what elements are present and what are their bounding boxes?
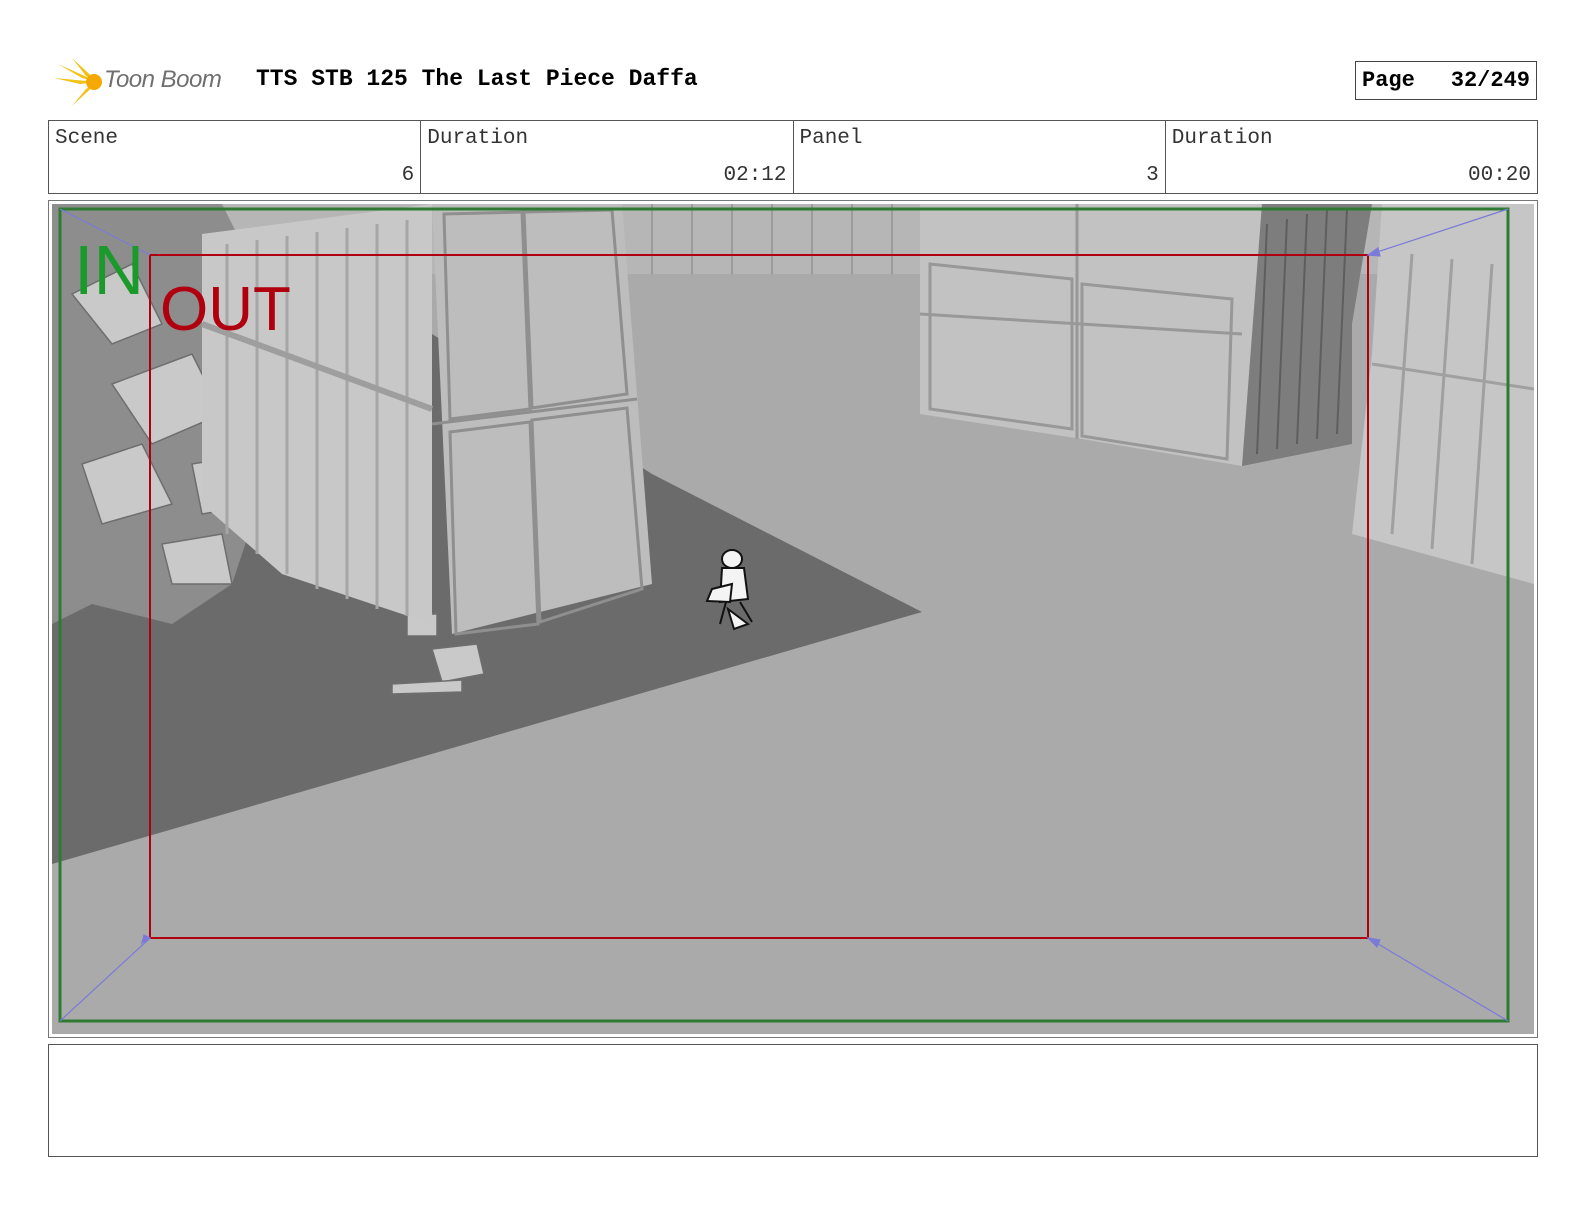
panel-duration-cell: Duration 00:20	[1166, 121, 1537, 193]
notes-box	[48, 1044, 1538, 1157]
out-label: OUT	[160, 275, 291, 344]
logo-text: Toon Boom	[104, 66, 222, 93]
panel-info-table: Scene 6 Duration 02:12 Panel 3 Duration …	[48, 120, 1538, 194]
scene-duration-cell: Duration 02:12	[421, 121, 794, 193]
panel-cell: Panel 3	[794, 121, 1166, 193]
document-title: TTS STB 125 The Last Piece Daffa	[256, 66, 698, 92]
scene-duration-value: 02:12	[723, 164, 787, 187]
scene-drawing: IN OUT	[52, 204, 1534, 1034]
scene-value: 6	[401, 164, 415, 187]
panel-duration-label: Duration	[1171, 127, 1273, 150]
scene-duration-label: Duration	[427, 127, 529, 150]
scene-cell: Scene 6	[49, 121, 422, 193]
panel-value: 3	[1146, 164, 1159, 187]
page-number: 32/249	[1450, 68, 1530, 93]
storyboard-panel: IN OUT	[48, 200, 1538, 1038]
in-label: IN	[74, 231, 144, 309]
page-label: Page	[1362, 68, 1415, 93]
scene-label: Scene	[55, 127, 119, 150]
page-indicator: Page 32/249	[1355, 61, 1537, 100]
panel-duration-value: 00:20	[1467, 164, 1531, 187]
panel-image: IN OUT	[52, 204, 1534, 1034]
panel-label: Panel	[799, 127, 863, 150]
